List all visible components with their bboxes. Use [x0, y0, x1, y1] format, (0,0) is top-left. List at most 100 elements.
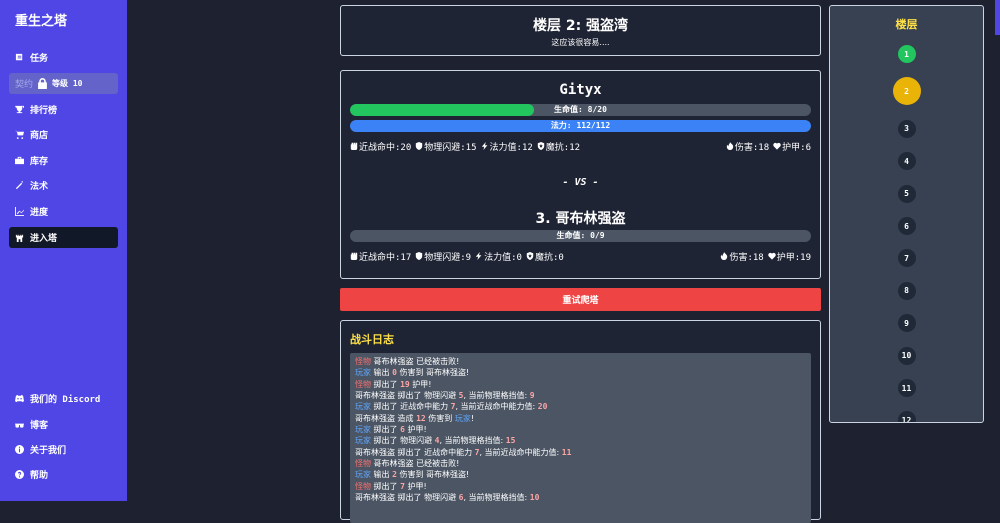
log-text: 护甲!: [409, 379, 432, 389]
nav-item-enter-tower[interactable]: 进入塔: [9, 226, 118, 248]
fist-icon: [350, 252, 358, 260]
log-text: 输出: [371, 470, 393, 480]
fire-icon: [721, 252, 728, 260]
nav-item-label: 任务: [30, 53, 49, 64]
stat-text: 魔抗:12: [545, 142, 581, 153]
stat-item: 物理闪避:15: [415, 140, 477, 153]
floor-node-5: 5: [897, 184, 916, 203]
log-line: 哥布林强盗 掷出了 物理闪避 5, 当前物理格挡值: 9: [355, 390, 806, 401]
chart-icon: [15, 206, 24, 216]
log-number: 11: [561, 447, 572, 457]
log-tag: 玩家: [355, 436, 371, 446]
battle-log-title: 战斗日志: [350, 333, 394, 346]
floor-node-6: 6: [897, 217, 916, 235]
nav-item-label: 契约: [15, 79, 34, 90]
nav-item-leaderboard[interactable]: 排行榜: [9, 99, 118, 119]
stat-text: 伤害:18: [734, 142, 770, 153]
floor-node-4: 4: [897, 152, 916, 171]
stat-item: 法力值:12: [481, 140, 533, 153]
nav-item-blog[interactable]: 博客: [9, 414, 118, 434]
heart-shield-icon: [768, 252, 776, 260]
log-tag: 怪物: [355, 481, 371, 491]
floor-node-3: 3: [897, 119, 916, 138]
stat-item: 魔抗:0: [526, 250, 564, 263]
floor-node-10: 10: [897, 346, 916, 365]
retry-climb-button[interactable]: 重试爬塔: [340, 288, 821, 311]
vs-label: - VS -: [562, 177, 599, 188]
floor-node-1[interactable]: 1: [897, 45, 916, 63]
scroll-icon: [15, 53, 23, 60]
log-tag: 玩家: [355, 425, 371, 435]
floor-node-2[interactable]: 2: [892, 77, 921, 106]
battle-log[interactable]: 怪物 哥布林强盗 已经被击败! 玩家 输出 0 伤害到 哥布林强盗! 怪物 掷出了 …: [350, 353, 811, 523]
nav-item-label: 我们的 Discord: [30, 395, 101, 406]
fist-icon: [350, 142, 358, 150]
nav-item-discord[interactable]: 我们的 Discord: [9, 389, 118, 409]
log-line: 玩家 输出 0 伤害到 哥布林强盗!: [355, 367, 806, 378]
stat-text: 伤害:18: [729, 252, 764, 263]
player-name: Gityx: [559, 82, 602, 98]
stat-item: 护甲:19: [768, 250, 811, 263]
log-text: 掷出了: [371, 379, 401, 389]
log-text: 输出: [371, 368, 393, 378]
log-text: 伤害到: [425, 413, 455, 423]
log-text: 掷出了: [371, 481, 401, 491]
battle-panel: Gityx 生命值: 8/20 法力: 112/112 近战命中:20 物理闪避:…: [340, 70, 821, 279]
nav-item-contracts-locked: 契约 等级 10: [9, 72, 118, 94]
log-line: 玩家 掷出了 近战命中能力 7, 当前近战命中能力值: 20: [355, 401, 806, 412]
nav-item-progress[interactable]: 进度: [9, 201, 118, 221]
floor-node-11: 11: [897, 379, 916, 397]
battle-log-panel: 战斗日志 怪物 哥布林强盗 已经被击败! 玩家 输出 0 伤害到 哥布林强盗! 怪物…: [340, 320, 821, 523]
bolt-icon: [475, 252, 482, 260]
log-text: 护甲!: [404, 481, 427, 491]
log-text: 哥布林强盗 掷出了 物理闪避: [355, 391, 459, 401]
log-line: 怪物 掷出了 7 护甲!: [355, 481, 806, 492]
stat-item: 护甲:6: [773, 140, 811, 153]
nav-item-label: 商店: [30, 131, 49, 141]
nav-item-label: 关于我们: [30, 445, 67, 456]
log-number: 9: [529, 391, 535, 401]
enemy-name: 3. 哥布林强盗: [535, 211, 626, 227]
nav-item-quests[interactable]: 任务: [9, 47, 118, 67]
log-line: 哥布林强盗 掷出了 近战命中能力 7, 当前近战命中能力值: 11: [355, 447, 806, 458]
log-tag: 玩家: [454, 413, 471, 423]
floor-node-12: 12: [897, 411, 916, 422]
tower-floors-panel[interactable]: 楼层 1 2 3 4 5 6 7 8 9 10 11 12: [829, 5, 984, 423]
stat-item: 伤害:18: [726, 140, 770, 153]
stat-text: 护甲:6: [782, 142, 811, 153]
nav-item-inventory[interactable]: 库存: [9, 150, 118, 170]
log-line: 玩家 掷出了 物理闪避 4, 当前物理格挡值: 15: [355, 435, 806, 446]
nav-item-spells[interactable]: 法术: [9, 176, 118, 196]
magic-shield-icon: [537, 142, 544, 150]
log-text: 掷出了 近战命中能力: [371, 402, 451, 412]
stat-item: 魔抗:12: [537, 140, 581, 153]
shield-icon: [416, 142, 423, 150]
log-text: , 当前物理格挡值:: [439, 436, 506, 446]
info-icon: [15, 444, 24, 454]
fire-icon: [726, 142, 734, 150]
log-text: , 当前近战命中能力值:: [479, 447, 562, 457]
log-line: 哥布林强盗 掷出了 物理闪避 6, 当前物理格挡值: 10: [355, 492, 806, 503]
stat-item: 物理闪避:9: [415, 250, 471, 263]
log-number: 12: [416, 413, 426, 423]
enemy-hp-text: 生命值: 0/9: [556, 231, 605, 240]
nav-item-about[interactable]: 关于我们: [9, 439, 118, 459]
nav-item-shop[interactable]: 商店: [9, 125, 118, 145]
stat-item: 法力值:0: [475, 250, 522, 263]
nav-item-label: 法术: [30, 182, 49, 192]
tower-icon: [15, 234, 24, 242]
nav-item-help[interactable]: 帮助: [9, 465, 118, 485]
player-stats: 近战命中:20 物理闪避:15 法力值:12 魔抗:12 伤害:18 护甲:6: [350, 140, 811, 153]
floor-title: 楼层 2: 强盗湾: [532, 18, 629, 34]
app-title: 重生之塔: [15, 14, 68, 29]
stat-item: 近战命中:20: [350, 140, 411, 153]
log-text: 掷出了: [371, 425, 401, 435]
page-scrollbar[interactable]: [995, 0, 1000, 35]
player-mp-bar: 法力: 112/112: [350, 120, 811, 132]
floor-header: 楼层 2: 强盗湾 这应该很容易....: [340, 5, 821, 56]
log-text: 伤害到 哥布林强盗!: [396, 368, 470, 378]
shield-icon: [416, 252, 423, 260]
log-line: 怪物 哥布林强盗 已经被击败!: [355, 458, 806, 469]
player-mp-text: 法力: 112/112: [550, 121, 611, 130]
trophy-icon: [15, 105, 24, 113]
